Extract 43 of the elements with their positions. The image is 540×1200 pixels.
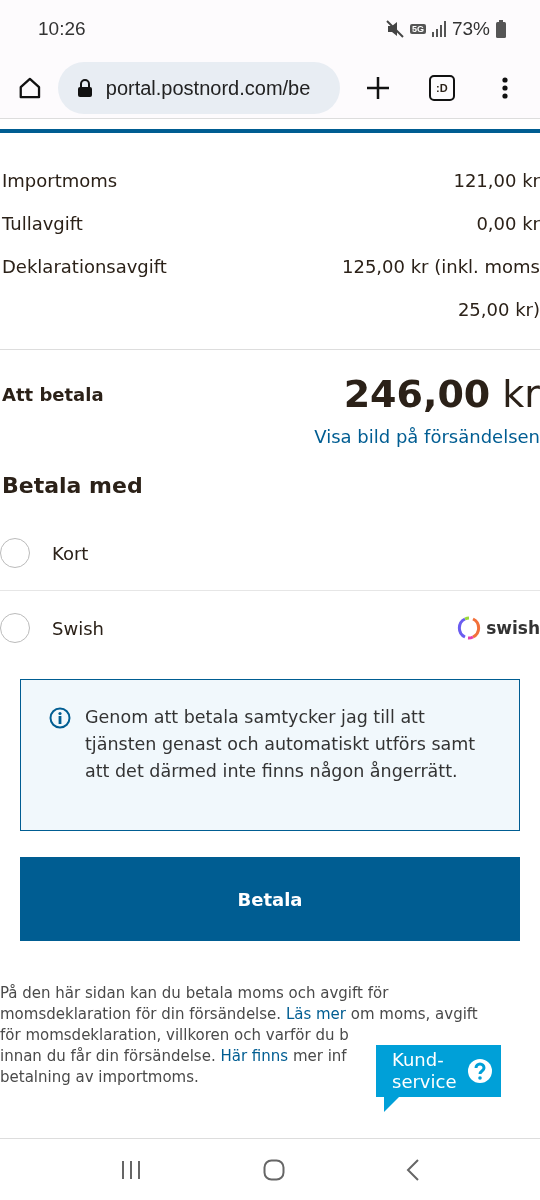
footer-link[interactable]: Läs mer [285,1005,346,1023]
info-icon [49,707,71,729]
payment-heading: Betala med [2,473,144,498]
back-icon[interactable] [405,1159,420,1181]
fee-value: 125,00 kr (inkl. moms [342,255,540,279]
pay-button[interactable]: Betala [20,857,520,941]
footer-text-line: betalning av importmoms. [0,1067,199,1088]
new-tab-icon[interactable] [367,77,390,99]
radio-button[interactable] [0,613,30,643]
help-icon [467,1058,493,1084]
footer-link[interactable]: Här finns [220,1047,289,1065]
recent-apps-icon[interactable] [120,1160,143,1180]
fee-label: Tullavgift [2,212,83,236]
total-amount: 246,00 kr [343,372,540,416]
payment-option-label: Kort [52,542,90,564]
address-bar[interactable]: portal.postnord.com/be [57,62,340,114]
fee-value: 0,00 kr [476,212,540,236]
fee-value: 25,00 kr) [457,298,540,322]
footer-text-line: för momsdeklaration, villkoren och varför du b [0,1025,349,1046]
tab-switcher[interactable]: :D [428,75,455,101]
radio-button[interactable] [0,538,30,568]
swish-logo: swish [456,615,540,641]
battery-percent: 73% [451,18,490,40]
lock-icon [77,79,92,97]
payment-option-label: Swish [52,617,105,639]
battery-icon [496,20,506,38]
notice-text: Genom att betala samtycker jag till att tjänsten genast och automatiskt utförs samt att det därmed inte finns någon ångerrätt. [85,706,477,783]
fee-label: Deklarationsavgift [2,255,167,279]
mute-icon [385,20,404,38]
footer-text-line: innan du får din försändelse. Här finns mer inf [0,1046,347,1067]
network-indicator: 5G [409,24,426,34]
footer-text-line: momsdeklaration för din försändelse. Läs mer om moms, avgift [0,1004,478,1025]
home-icon[interactable] [18,75,42,101]
signal-icon [431,21,446,37]
shipment-image-link[interactable]: Visa bild på försändelsen [0,426,540,447]
home-button-icon[interactable] [263,1159,285,1181]
fee-value: 121,00 kr [453,169,540,193]
bubble-tail-icon [384,1096,400,1112]
fee-label: Importmoms [2,169,118,193]
footer-text-line: På den här sidan kan du betala moms och avgift för [0,983,389,1004]
total-label: Att betala [2,383,104,405]
status-time: 10:26 [38,18,86,40]
menu-icon[interactable] [502,77,509,99]
